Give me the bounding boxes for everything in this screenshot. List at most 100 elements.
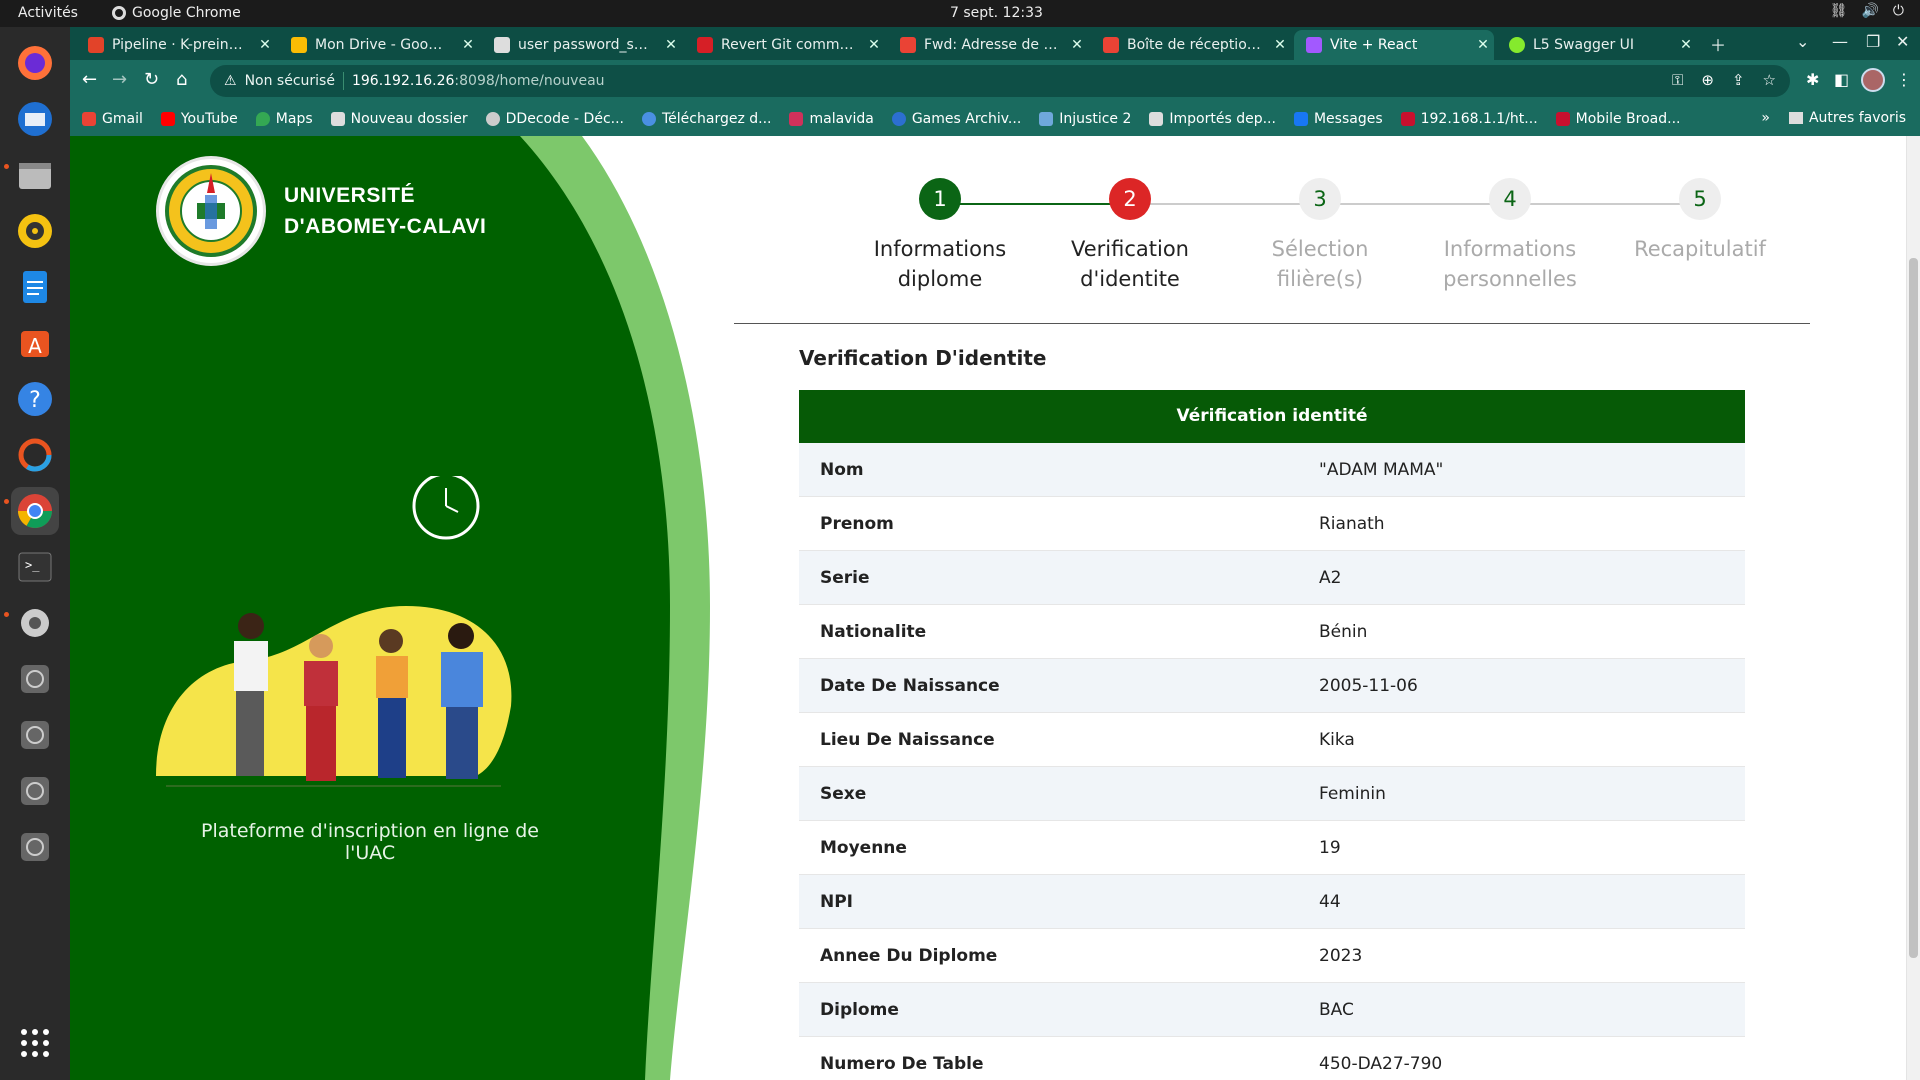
tab-gmail-fwd[interactable]: Fwd: Adresse de conf ✕ [888, 30, 1088, 60]
close-icon[interactable]: ✕ [457, 37, 479, 53]
writer-icon[interactable] [11, 263, 59, 311]
back-icon[interactable]: ← [82, 69, 97, 90]
tab-pipeline[interactable]: Pipeline · K-preinscri ✕ [76, 30, 276, 60]
chrome-dock-icon[interactable] [11, 487, 59, 535]
identity-table: Vérification identité Nom "ADAM MAMA" Pre… [799, 390, 1745, 1080]
app-menu[interactable]: Google Chrome [112, 5, 241, 21]
other-bookmarks[interactable]: Autres favoris [1788, 110, 1906, 126]
address-bar[interactable]: ⚠ Non sécurisé 196.192.16.26:8098/home/n… [210, 65, 1790, 97]
settings-icon[interactable] [11, 599, 59, 647]
reload-icon[interactable]: ↻ [144, 69, 159, 90]
left-panel: UNIVERSITÉ D'ABOMEY-CALAVI Plateforme d'… [70, 136, 710, 1080]
menu-icon[interactable]: ⋮ [1896, 70, 1912, 89]
bookmark-maps[interactable]: Maps [255, 111, 313, 127]
table-row: Annee Du Diplome 2023 [799, 929, 1745, 983]
bookmark-injustice[interactable]: Injustice 2 [1039, 111, 1131, 127]
step-label: Sélection filière(s) [1271, 237, 1369, 291]
rhythmbox-icon[interactable] [11, 207, 59, 255]
os-top-bar: Activités Google Chrome 7 sept. 12:33 ⛓ … [0, 0, 1920, 27]
thunderbird-icon[interactable] [11, 95, 59, 143]
close-icon[interactable]: ✕ [254, 37, 276, 53]
tab-search-icon[interactable]: ⌄ [1796, 32, 1809, 51]
show-apps-icon[interactable] [11, 1019, 59, 1067]
forward-icon[interactable]: → [112, 69, 127, 90]
tab-user-password[interactable]: user password_sdep ✕ [482, 30, 682, 60]
close-icon[interactable]: ✕ [1675, 37, 1697, 53]
firefox-icon[interactable] [11, 39, 59, 87]
more-bookmarks-icon[interactable]: » [1761, 110, 1770, 126]
clock[interactable]: 7 sept. 12:33 [950, 5, 1043, 21]
browser-toolbar: ← → ↻ ⌂ ⚠ Non sécurisé 196.192.16.26:809… [70, 60, 1920, 102]
disk-icon-4[interactable] [11, 823, 59, 871]
svg-text:A: A [28, 334, 42, 358]
bookmark-ddecode[interactable]: DDecode - Déc... [485, 111, 624, 127]
step-selection-filieres[interactable]: 3 Sélection filière(s) [1220, 178, 1420, 294]
url-host: 196.192.16.26 [351, 73, 455, 89]
step-label: Informations diplome [873, 237, 1007, 291]
minimize-icon[interactable]: — [1832, 32, 1848, 51]
tab-vite-react[interactable]: Vite + React ✕ [1294, 30, 1494, 60]
activities-button[interactable]: Activités [18, 5, 78, 21]
disk-icon-3[interactable] [11, 767, 59, 815]
page-scrollbar[interactable] [1906, 136, 1920, 1080]
profile-avatar[interactable] [1861, 68, 1885, 92]
zoom-icon[interactable]: ⊕ [1701, 71, 1714, 89]
close-icon[interactable]: ✕ [1269, 37, 1291, 53]
bookmark-star-icon[interactable]: ☆ [1763, 71, 1776, 89]
step-recapitulatif[interactable]: 5 Recapitulatif [1600, 178, 1800, 264]
document-icon [494, 37, 510, 53]
bookmark-router[interactable]: 192.168.1.1/ht... [1400, 111, 1538, 127]
tab-gmail-inbox[interactable]: Boîte de réception ( ✕ [1091, 30, 1291, 60]
injustice-icon [1039, 112, 1054, 126]
bookmark-folder-nouveau[interactable]: Nouveau dossier [330, 111, 468, 127]
step-label: Recapitulatif [1634, 237, 1766, 261]
files-icon[interactable] [11, 151, 59, 199]
step-informations-diplome[interactable]: 1 Informations diplome [840, 178, 1040, 294]
j-icon [697, 37, 713, 53]
dock: A ? >_ [0, 27, 70, 1080]
key-icon[interactable]: ⚿ [1672, 71, 1683, 89]
home-icon[interactable]: ⌂ [176, 69, 187, 90]
bookmark-telechargez[interactable]: Téléchargez d... [642, 111, 771, 127]
warning-icon[interactable]: ⚠ [224, 73, 237, 89]
software-center-icon[interactable]: A [11, 319, 59, 367]
step-number: 5 [1679, 178, 1721, 220]
folder-icon [330, 112, 345, 126]
close-icon[interactable]: ✕ [660, 37, 682, 53]
security-label[interactable]: Non sécurisé [245, 73, 335, 89]
tab-strip: Pipeline · K-preinscri ✕ Mon Drive - Goo… [70, 27, 1920, 60]
bookmark-youtube[interactable]: YouTube [160, 111, 238, 127]
close-icon[interactable]: ✕ [863, 37, 885, 53]
bookmark-mobile-broadband[interactable]: Mobile Broad... [1555, 111, 1680, 127]
address-separator [342, 72, 344, 90]
step-informations-personnelles[interactable]: 4 Informations personnelles [1410, 178, 1610, 294]
bookmark-malavida[interactable]: malavida [789, 111, 874, 127]
update-icon[interactable] [11, 431, 59, 479]
bookmarks-bar: Gmail YouTube Maps Nouveau dossier DDeco… [70, 102, 1920, 136]
new-tab-icon[interactable]: ＋ [1710, 32, 1726, 56]
tab-revert-git[interactable]: Revert Git commit : F ✕ [685, 30, 885, 60]
share-icon[interactable]: ⇪ [1732, 71, 1745, 89]
bookmark-gmail[interactable]: Gmail [82, 111, 143, 127]
power-icon: ⏻ [1892, 3, 1904, 19]
window-close-icon[interactable]: ✕ [1896, 32, 1909, 51]
tab-drive[interactable]: Mon Drive - Google Dri ✕ [279, 30, 479, 60]
side-panel-icon[interactable]: ◧ [1834, 70, 1849, 89]
step-verification-identite[interactable]: 2 Verification d'identite [1030, 178, 1230, 294]
bookmark-folder-importes[interactable]: Importés dep... [1149, 111, 1276, 127]
terminal-icon[interactable]: >_ [11, 543, 59, 591]
tagline: Plateforme d'inscription en ligne de l'U… [201, 820, 539, 864]
tab-swagger[interactable]: L5 Swagger UI ✕ [1497, 30, 1697, 60]
table-row: Lieu De Naissance Kika [799, 713, 1745, 767]
bookmark-messages[interactable]: Messages [1293, 111, 1383, 127]
maximize-icon[interactable]: ❐ [1866, 32, 1880, 51]
close-icon[interactable]: ✕ [1472, 37, 1494, 53]
extensions-icon[interactable]: ✱ [1806, 70, 1819, 89]
system-tray[interactable]: ⛓ 🔊 ⏻ [1830, 3, 1904, 19]
disk-icon-1[interactable] [11, 655, 59, 703]
bookmark-games-archive[interactable]: Games Archiv... [891, 111, 1021, 127]
scrollbar-thumb[interactable] [1909, 258, 1918, 958]
close-icon[interactable]: ✕ [1066, 37, 1088, 53]
disk-icon-2[interactable] [11, 711, 59, 759]
help-icon[interactable]: ? [11, 375, 59, 423]
